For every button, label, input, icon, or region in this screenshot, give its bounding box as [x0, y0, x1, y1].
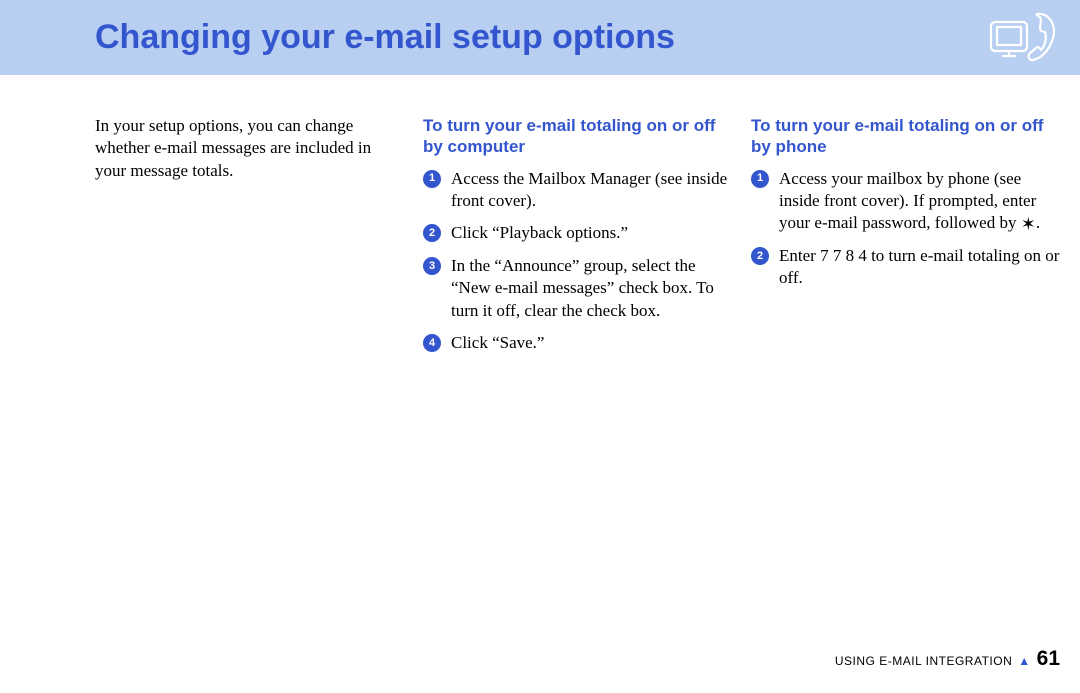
footer-section-label: USING E-MAIL INTEGRATION	[835, 654, 1012, 668]
step-item: 1 Access your mailbox by phone (see insi…	[751, 168, 1061, 235]
step-item: 3 In the “Announce” group, select the “N…	[423, 255, 733, 322]
intro-paragraph: In your setup options, you can change wh…	[95, 115, 405, 182]
header-decorative-icon	[987, 8, 1062, 73]
step-number-icon: 3	[423, 257, 441, 275]
step-item: 4 Click “Save.”	[423, 332, 733, 354]
column-phone: To turn your e-mail totaling on or off b…	[751, 115, 1061, 365]
column-intro: In your setup options, you can change wh…	[95, 115, 405, 365]
step-text: Click “Playback options.”	[451, 223, 628, 242]
step-item: 1 Access the Mailbox Manager (see inside…	[423, 168, 733, 213]
step-text: Access your mailbox by phone (see inside…	[779, 169, 1040, 233]
step-text: In the “Announce” group, select the “New…	[451, 256, 714, 320]
header-bar: Changing your e-mail setup options	[0, 0, 1080, 75]
heading-computer: To turn your e-mail totaling on or off b…	[423, 115, 733, 158]
step-item: 2 Click “Playback options.”	[423, 222, 733, 244]
page-title: Changing your e-mail setup options	[95, 18, 675, 57]
step-number-icon: 2	[423, 224, 441, 242]
steps-phone: 1 Access your mailbox by phone (see insi…	[751, 168, 1061, 290]
step-text: Access the Mailbox Manager (see inside f…	[451, 169, 727, 210]
page-footer: USING E-MAIL INTEGRATION ▲ 61	[835, 647, 1060, 671]
page-number: 61	[1037, 647, 1060, 671]
steps-computer: 1 Access the Mailbox Manager (see inside…	[423, 168, 733, 355]
triangle-icon: ▲	[1018, 654, 1030, 668]
step-number-icon: 1	[751, 170, 769, 188]
heading-phone: To turn your e-mail totaling on or off b…	[751, 115, 1061, 158]
step-number-icon: 1	[423, 170, 441, 188]
column-computer: To turn your e-mail totaling on or off b…	[423, 115, 733, 365]
star-icon: ✶	[1021, 214, 1036, 234]
step-item: 2 Enter 7 7 8 4 to turn e-mail totaling …	[751, 245, 1061, 290]
content-area: In your setup options, you can change wh…	[0, 75, 1080, 365]
step-text: Click “Save.”	[451, 333, 544, 352]
step-number-icon: 2	[751, 247, 769, 265]
step-number-icon: 4	[423, 334, 441, 352]
step-text: Enter 7 7 8 4 to turn e-mail totaling on…	[779, 246, 1059, 287]
